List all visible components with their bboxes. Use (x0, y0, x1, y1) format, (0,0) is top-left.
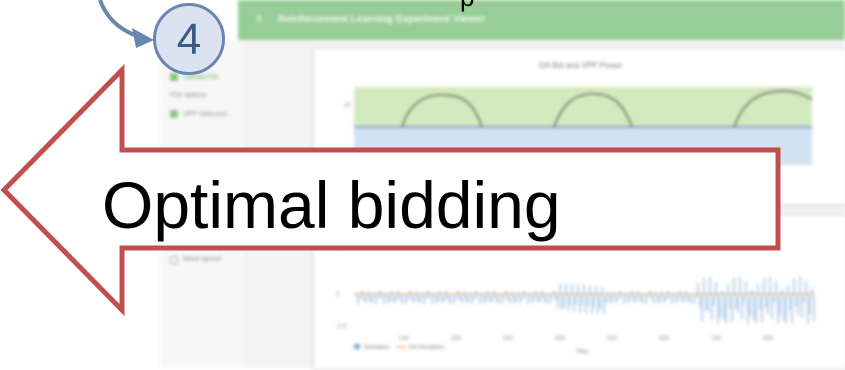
curved-pointer-arrowhead (132, 28, 154, 48)
step-badge: 4 (153, 3, 225, 75)
optimal-bidding-label: Optimal bidding (102, 168, 561, 242)
step-number: 4 (176, 15, 202, 64)
